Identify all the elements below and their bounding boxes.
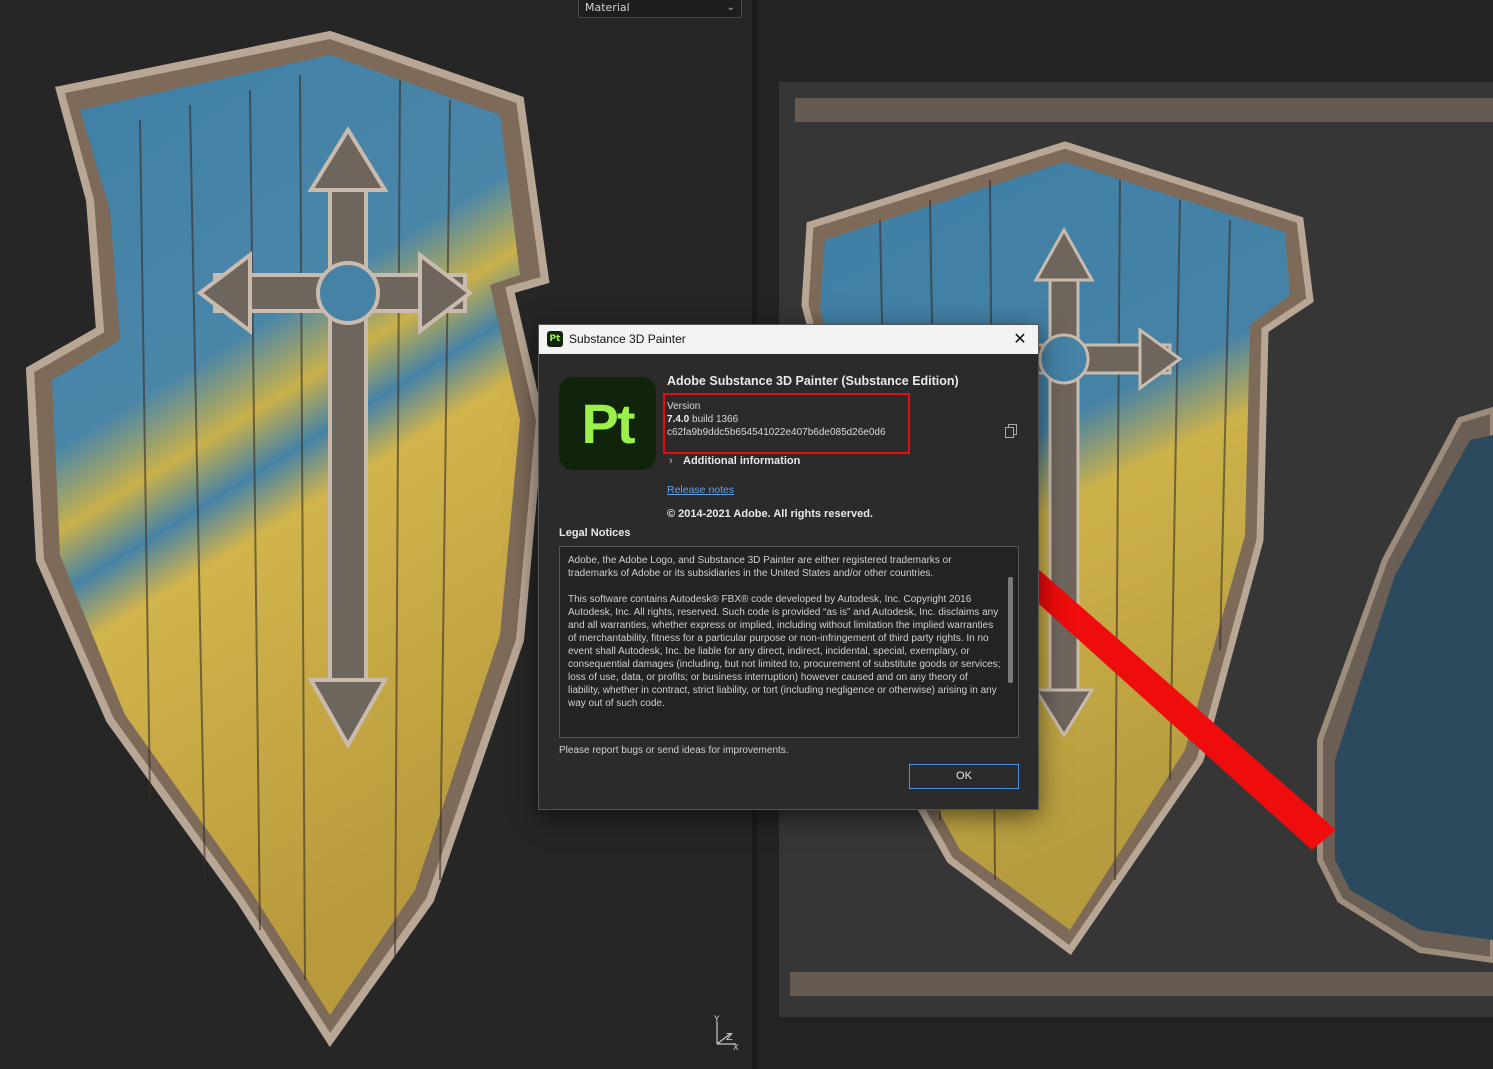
material-select-value: Material [585, 1, 630, 14]
material-select[interactable]: Material ⌄ [578, 0, 742, 18]
axis-x-label: X [733, 1043, 739, 1052]
legal-notices-title: Legal Notices [559, 527, 631, 539]
copyright-text: © 2014-2021 Adobe. All rights reserved. [667, 508, 873, 520]
close-icon[interactable]: ✕ [1008, 328, 1032, 350]
dialog-titlebar[interactable]: Pt Substance 3D Painter ✕ [539, 325, 1038, 354]
legal-paragraph: This software contains Autodesk® FBX® co… [568, 594, 1001, 709]
shield-3d-model [25, 30, 550, 1048]
product-name: Adobe Substance 3D Painter (Substance Ed… [667, 374, 959, 388]
app-title-icon: Pt [547, 331, 563, 347]
chevron-right-icon: › [669, 455, 673, 467]
version-hash: c62fa9b9ddc5b654541022e407b6de085d26e0d6 [667, 427, 886, 438]
axis-gizmo-icon: Y Z X [713, 1015, 739, 1052]
chevron-down-icon: ⌄ [726, 2, 735, 13]
version-value: 7.4.0 [667, 414, 690, 425]
release-notes-link[interactable]: Release notes [667, 484, 734, 496]
version-label: Version [667, 401, 701, 412]
copy-icon[interactable] [1005, 424, 1017, 438]
version-number: 7.4.0 build 1366 [667, 414, 738, 425]
axis-z-label: Z [726, 1032, 733, 1043]
legal-paragraph: Adobe, the Adobe Logo, and Substance 3D … [568, 555, 952, 579]
additional-info-toggle[interactable]: › Additional information [669, 455, 800, 467]
legal-text: Adobe, the Adobe Logo, and Substance 3D … [568, 554, 1002, 723]
build-text: build 1366 [692, 414, 739, 425]
legal-notices-textarea[interactable]: Adobe, the Adobe Logo, and Substance 3D … [559, 546, 1019, 738]
ok-button[interactable]: OK [909, 764, 1019, 789]
axis-y-label: Y [713, 1015, 720, 1025]
dialog-title: Substance 3D Painter [569, 332, 686, 346]
additional-info-label: Additional information [683, 455, 801, 467]
legal-scrollbar[interactable] [1008, 577, 1013, 683]
app-logo: Pt [559, 377, 656, 470]
about-dialog: Pt Substance 3D Painter ✕ Pt Adobe Subst… [538, 324, 1039, 810]
report-text: Please report bugs or send ideas for imp… [559, 745, 789, 756]
